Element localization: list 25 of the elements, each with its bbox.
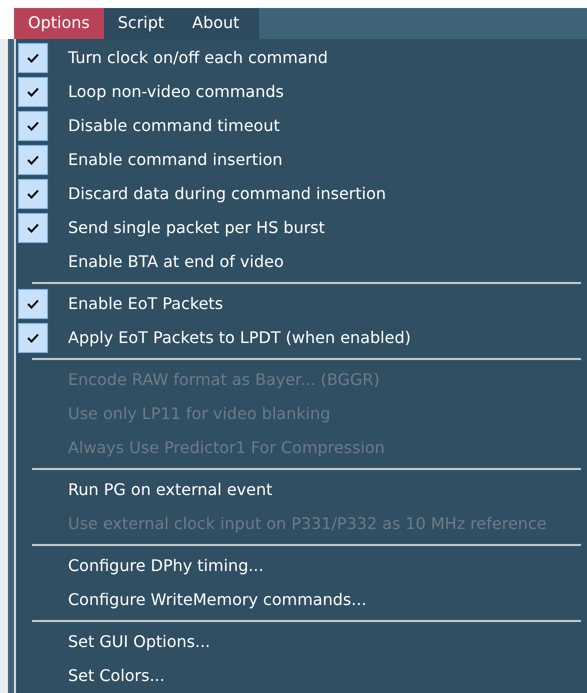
menu-bar-item[interactable]: Options [14, 8, 104, 39]
menu-item[interactable]: Enable BTA at end of video [16, 245, 587, 279]
checkmark-icon [18, 289, 48, 319]
menu-bar-item[interactable]: Script [104, 8, 178, 39]
menu-item[interactable]: Set Colors... [16, 659, 587, 693]
menu-bar-item[interactable]: About [178, 8, 254, 39]
menu-item[interactable]: Configure WriteMemory commands... [16, 583, 587, 617]
menu-item[interactable]: Configure DPhy timing... [16, 549, 587, 583]
menu-item[interactable]: Loop non-video commands [16, 75, 587, 109]
menu-item[interactable]: Disable command timeout [16, 109, 587, 143]
menu-item[interactable]: Discard data during command insertion [16, 177, 587, 211]
menu-item[interactable]: Run PG on external event [16, 473, 587, 507]
menu-item[interactable]: Turn clock on/off each command [16, 41, 587, 75]
menu-item[interactable]: Enable command insertion [16, 143, 587, 177]
checkmark-icon [18, 323, 48, 353]
menu-item[interactable]: Set GUI Options... [16, 625, 587, 659]
checkmark-icon [18, 213, 48, 243]
checkmark-icon [18, 43, 48, 73]
checkmark-icon [18, 145, 48, 175]
checkmark-icon [18, 77, 48, 107]
menu-item[interactable]: Send single packet per HS burst [16, 211, 587, 245]
menu-item[interactable]: Enable EoT Packets [16, 287, 587, 321]
checkmark-icon [18, 179, 48, 209]
menu-item[interactable]: Apply EoT Packets to LPDT (when enabled) [16, 321, 587, 355]
checkmark-icon [18, 111, 48, 141]
